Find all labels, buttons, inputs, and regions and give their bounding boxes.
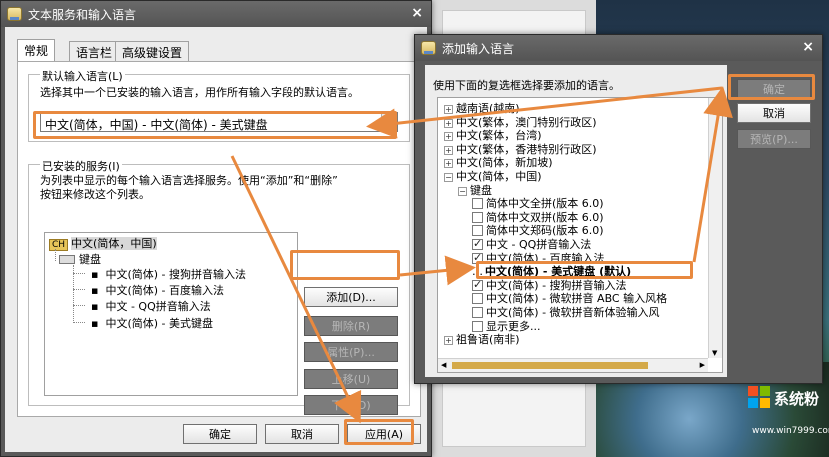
language-tree-label: 祖鲁语(南非)	[456, 333, 520, 347]
tree-branch	[73, 305, 85, 306]
tree-language-row[interactable]: CH 中文(简体，中国)	[49, 235, 157, 251]
highlight-default-language	[33, 111, 397, 139]
default-language-label: 默认输入语言(L)	[40, 68, 125, 84]
highlight-us-keyboard	[476, 261, 693, 279]
tree-language-label: 中文(简体，中国)	[71, 237, 157, 250]
checkbox[interactable]	[472, 320, 483, 332]
main-title: 文本服务和输入语言	[28, 7, 137, 22]
language-tree[interactable]: ▲ ▼ ◀ ▶ + 越南语(越南) + 中文(繁体，澳门特别行政区) + 中文(繁体，台湾…	[437, 97, 723, 373]
scroll-left-icon[interactable]: ◀	[441, 361, 446, 369]
cancel-button[interactable]: 取消	[265, 424, 339, 444]
tree-group-row: 键盘	[59, 251, 101, 267]
add-titlebar[interactable]: 添加输入语言 ×	[415, 35, 822, 61]
installed-item[interactable]: ▪ 中文 - QQ拼音输入法	[91, 298, 211, 314]
installed-item-label: 中文 - QQ拼音输入法	[105, 300, 211, 313]
remove-button[interactable]: 删除(R)	[304, 316, 398, 336]
installed-item[interactable]: ▪ 中文(简体) - 搜狗拼音输入法	[91, 266, 246, 282]
tree-branch	[73, 289, 85, 290]
installed-item[interactable]: ▪ 中文(简体) - 美式键盘	[91, 315, 213, 331]
move-up-button[interactable]: 上移(U)	[304, 369, 398, 389]
horizontal-scrollbar[interactable]: ◀ ▶	[438, 358, 708, 372]
add-left-panel: 使用下面的复选框选择要添加的语言。 ▲ ▼ ◀ ▶ + 越南语(越南) + 中文(繁体…	[425, 65, 727, 377]
watermark-brand: 系统粉	[774, 390, 820, 408]
tree-group-label: 键盘	[79, 253, 101, 266]
tab-advanced-keys[interactable]: 高级键设置	[115, 41, 190, 61]
horizontal-thumb[interactable]	[452, 362, 648, 369]
close-icon[interactable]: ×	[802, 39, 814, 55]
checkbox[interactable]	[472, 307, 483, 318]
keyboard-app-icon	[7, 7, 22, 21]
checkbox[interactable]	[472, 198, 483, 210]
installed-item-label: 中文(简体) - 美式键盘	[105, 317, 213, 330]
preview-button[interactable]: 预览(P)...	[737, 129, 811, 149]
installed-services-tree[interactable]: CH 中文(简体，中国) 键盘 ▪ 中文(简体) - 搜狗拼音输入法 ▪ 中文(简…	[44, 232, 298, 396]
main-titlebar[interactable]: 文本服务和输入语言 ×	[1, 1, 431, 27]
collapse-icon[interactable]: −	[458, 186, 467, 196]
ok-button[interactable]: 确定	[183, 424, 257, 444]
default-language-desc: 选择其中一个已安装的输入语言，用作所有输入字段的默认语言。	[40, 86, 359, 99]
expand-icon[interactable]: +	[444, 336, 453, 346]
windows-logo-icon	[748, 386, 770, 408]
add-button[interactable]: 添加(D)...	[304, 287, 398, 307]
checkbox[interactable]	[472, 278, 483, 291]
highlight-ok-button	[728, 74, 815, 100]
language-tree-item[interactable]: + 祖鲁语(南非)	[444, 331, 520, 347]
tab-language-bar[interactable]: 语言栏	[69, 41, 120, 61]
installed-item[interactable]: ▪ 中文(简体) - 百度输入法	[91, 282, 224, 298]
installed-services-desc-2: 按钮来修改这个列表。	[40, 188, 150, 201]
checkbox[interactable]	[472, 237, 483, 250]
language-badge: CH	[49, 239, 69, 251]
watermark-url: www.win7999.com	[752, 426, 829, 436]
checkbox[interactable]	[472, 225, 483, 237]
installed-item-label: 中文(简体) - 百度输入法	[105, 284, 224, 297]
highlight-add-button	[290, 250, 400, 280]
close-icon[interactable]: ×	[411, 5, 423, 21]
scroll-right-icon[interactable]: ▶	[700, 361, 705, 369]
tab-general[interactable]: 常规	[17, 39, 56, 61]
add-client: 使用下面的复选框选择要添加的语言。 ▲ ▼ ◀ ▶ + 越南语(越南) + 中文(繁体…	[419, 61, 818, 379]
keyboard-icon	[59, 255, 75, 264]
tree-branch	[73, 273, 85, 274]
tree-guide	[55, 249, 56, 261]
properties-button[interactable]: 属性(P)...	[304, 342, 398, 362]
installed-item-label: 中文(简体) - 搜狗拼音输入法	[105, 268, 246, 281]
collapse-icon[interactable]: −	[444, 173, 453, 182]
keyboard-app-icon	[421, 41, 436, 55]
tree-scrollbar[interactable]: ▲ ▼	[708, 98, 722, 358]
checkbox[interactable]	[472, 211, 483, 223]
tree-branch	[73, 322, 85, 323]
text-services-dialog: 文本服务和输入语言 × 常规 语言栏 高级键设置 默认输入语言(L) 选择其中一…	[0, 0, 432, 457]
watermark: 系统粉 www.win7999.com	[748, 382, 829, 454]
add-cancel-button[interactable]: 取消	[737, 103, 811, 123]
checkbox[interactable]	[472, 293, 483, 305]
highlight-apply-button	[344, 419, 414, 445]
main-client: 常规 语言栏 高级键设置 默认输入语言(L) 选择其中一个已安装的输入语言，用作…	[5, 27, 427, 452]
scroll-up-icon[interactable]: ▲	[712, 99, 717, 107]
add-title: 添加输入语言	[442, 41, 515, 56]
scroll-down-icon[interactable]: ▼	[712, 349, 717, 357]
move-down-button[interactable]: 下移(O)	[304, 395, 398, 415]
add-desc: 使用下面的复选框选择要添加的语言。	[433, 79, 620, 92]
